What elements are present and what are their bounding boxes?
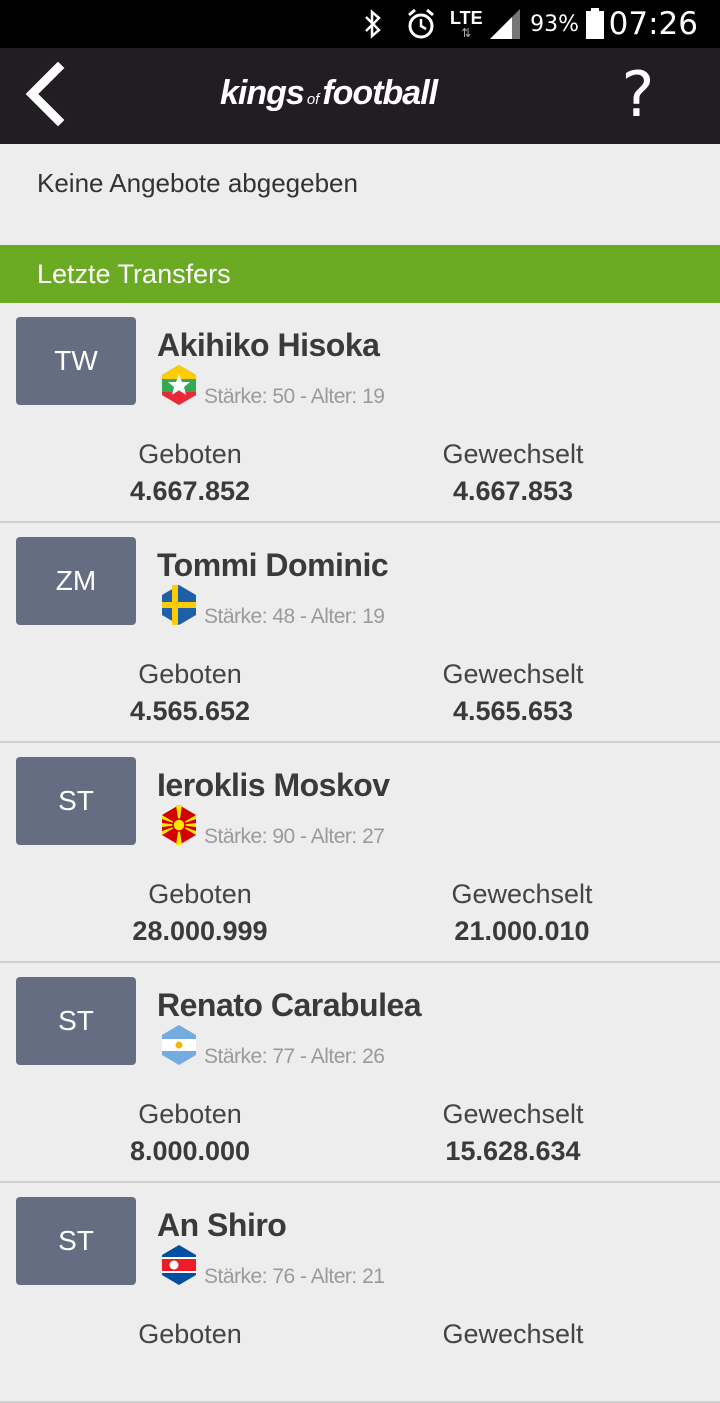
transfer-label: Gewechselt [451,879,593,909]
battery-percent: 93% [530,11,579,37]
alarm-icon [404,0,438,48]
transfer-row[interactable]: TW Akihiko Hisoka Stärke: 50 - Alter: 19… [0,303,720,523]
bid-label: Geboten [138,1099,242,1129]
signal-icon [488,0,522,48]
player-name: Akihiko Hisoka [157,327,380,363]
bid-column: Geboten [60,1319,320,1356]
bid-value: 4.667.852 [129,476,251,506]
player-name: Renato Carabulea [157,987,422,1023]
transfer-label: Gewechselt [442,1099,584,1129]
sweden-flag-icon [162,585,196,625]
app-logo: kings offootball [220,74,438,112]
player-stats: Stärke: 50 - Alter: 19 [204,385,385,408]
transfer-row[interactable]: ZM Tommi Dominic Stärke: 48 - Alter: 19 … [0,523,720,743]
bid-column: Geboten 8.000.000 [60,1099,320,1167]
section-title: Letzte Transfers [37,259,231,289]
bid-label: Geboten [138,439,242,469]
transfer-row[interactable]: ST An Shiro Stärke: 76 - Alter: 21 Gebot… [0,1183,720,1403]
transfer-label: Gewechselt [442,659,584,689]
player-name: Tommi Dominic [157,547,389,583]
transfer-value: 15.628.634 [445,1136,581,1166]
transfer-column: Gewechselt 21.000.010 [392,879,652,947]
bid-value: 4.565.652 [129,696,251,726]
lte-indicator: LTE ⇅ [450,8,483,40]
no-offers-message: Keine Angebote abgegeben [37,168,358,198]
player-stats: Stärke: 48 - Alter: 19 [204,605,385,628]
position-badge: TW [16,317,136,405]
transfer-column: Gewechselt [383,1319,643,1356]
transfer-label: Gewechselt [442,439,584,469]
help-button[interactable]: ? [608,60,668,130]
transfer-label: Gewechselt [442,1319,584,1349]
player-name: Ieroklis Moskov [157,767,390,803]
bid-label: Geboten [138,1319,242,1349]
myanmar-flag-icon [162,365,196,405]
transfer-column: Gewechselt 15.628.634 [383,1099,643,1167]
transfer-value: 4.565.653 [452,696,574,726]
argentina-flag-icon [162,1025,196,1065]
bid-column: Geboten 28.000.999 [70,879,330,947]
bid-label: Geboten [148,879,252,909]
bid-value: 28.000.999 [132,916,268,946]
position-badge: ST [16,977,136,1065]
position-badge: ZM [16,537,136,625]
clock: 07:26 [608,6,698,42]
section-header: Letzte Transfers [0,245,720,303]
bid-label: Geboten [138,659,242,689]
transfer-list: TW Akihiko Hisoka Stärke: 50 - Alter: 19… [0,303,720,1403]
bid-column: Geboten 4.667.852 [60,439,320,507]
transfer-column: Gewechselt 4.565.653 [383,659,643,727]
bluetooth-icon [360,0,386,48]
player-name: An Shiro [157,1207,287,1243]
status-bar: LTE ⇅ 93% 07:26 [0,0,720,48]
bid-value: 8.000.000 [129,1136,251,1166]
transfer-value: 21.000.010 [454,916,590,946]
position-badge: ST [16,1197,136,1285]
player-stats: Stärke: 77 - Alter: 26 [204,1045,385,1068]
north-korea-flag-icon [162,1245,196,1285]
transfer-row[interactable]: ST Renato Carabulea Stärke: 77 - Alter: … [0,963,720,1183]
bid-column: Geboten 4.565.652 [60,659,320,727]
back-button[interactable] [20,61,80,127]
transfer-value: 4.667.853 [452,476,574,506]
transfer-column: Gewechselt 4.667.853 [383,439,643,507]
app-bar: kings offootball ? [0,48,720,144]
player-stats: Stärke: 90 - Alter: 27 [204,825,385,848]
macedonia-flag-icon [162,805,196,845]
player-stats: Stärke: 76 - Alter: 21 [204,1265,385,1288]
position-badge: ST [16,757,136,845]
battery-icon [585,0,605,48]
back-arrow-icon [25,61,65,127]
transfer-row[interactable]: ST Ieroklis Moskov Stärke: 90 - Alter: 2… [0,743,720,963]
